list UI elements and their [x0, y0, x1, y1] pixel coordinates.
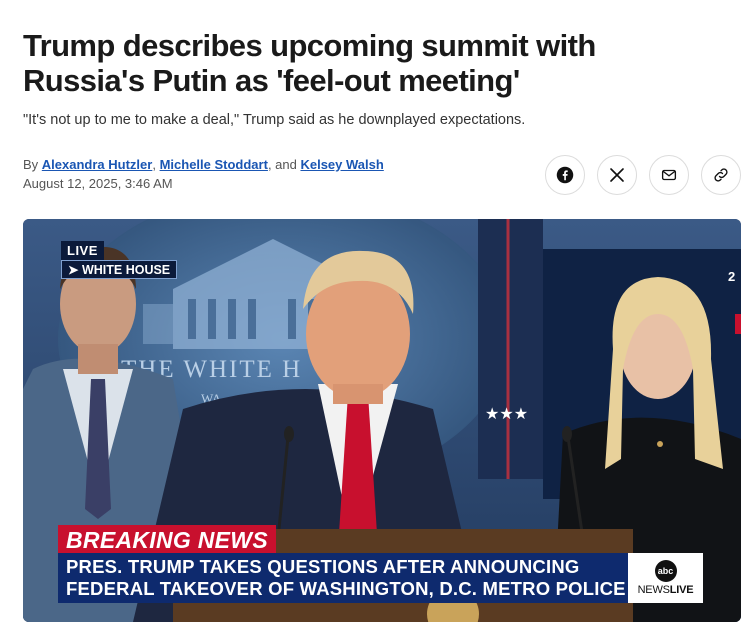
- byline-prefix: By: [23, 157, 42, 172]
- ticker-line-2: FEDERAL TAKEOVER OF WASHINGTON, D.C. MET…: [66, 578, 626, 599]
- article-headline: Trump describes upcoming summit with Rus…: [23, 28, 596, 98]
- abc-logo-icon: abc: [654, 560, 677, 582]
- share-facebook-button[interactable]: [545, 155, 585, 195]
- link-icon: [714, 168, 728, 182]
- share-bar: [545, 155, 741, 195]
- author-link-stoddart[interactable]: Michelle Stoddart: [160, 157, 268, 172]
- newslive-live: LIVE: [669, 584, 694, 596]
- author-link-hutzler[interactable]: Alexandra Hutzler: [42, 157, 153, 172]
- mail-icon: [661, 169, 677, 181]
- newslive-news: NEWS: [637, 584, 670, 596]
- svg-text:★★★: ★★★: [485, 406, 528, 423]
- news-ticker: PRES. TRUMP TAKES QUESTIONS AFTER ANNOUN…: [58, 553, 628, 603]
- article-dek: "It's not up to me to make a deal," Trum…: [23, 112, 526, 128]
- author-link-walsh[interactable]: Kelsey Walsh: [300, 157, 383, 172]
- breaking-news-banner: BREAKING NEWS: [58, 525, 276, 555]
- facebook-icon: [556, 166, 574, 184]
- video-player[interactable]: THE WHITE H WA ★★★ 2 LIVE ➤ WHITE HOUSE …: [23, 219, 741, 622]
- share-email-button[interactable]: [649, 155, 689, 195]
- publish-date: August 12, 2025, 3:46 AM: [23, 176, 173, 191]
- ticker-line-1: PRES. TRUMP TAKES QUESTIONS AFTER ANNOUN…: [66, 556, 580, 577]
- abc-news-live-logo: abc NEWSLIVE: [628, 553, 703, 603]
- live-badge: LIVE: [61, 241, 104, 260]
- copy-link-button[interactable]: [701, 155, 741, 195]
- location-badge: ➤ WHITE HOUSE: [61, 260, 178, 279]
- share-x-button[interactable]: [597, 155, 637, 195]
- screen-number: 2: [728, 269, 735, 284]
- byline: By Alexandra Hutzler, Michelle Stoddart,…: [23, 157, 384, 173]
- byline-separator: ,: [152, 157, 160, 172]
- x-icon: [610, 168, 624, 182]
- newslive-label: NEWSLIVE: [638, 584, 694, 596]
- byline-separator: , and: [267, 157, 301, 172]
